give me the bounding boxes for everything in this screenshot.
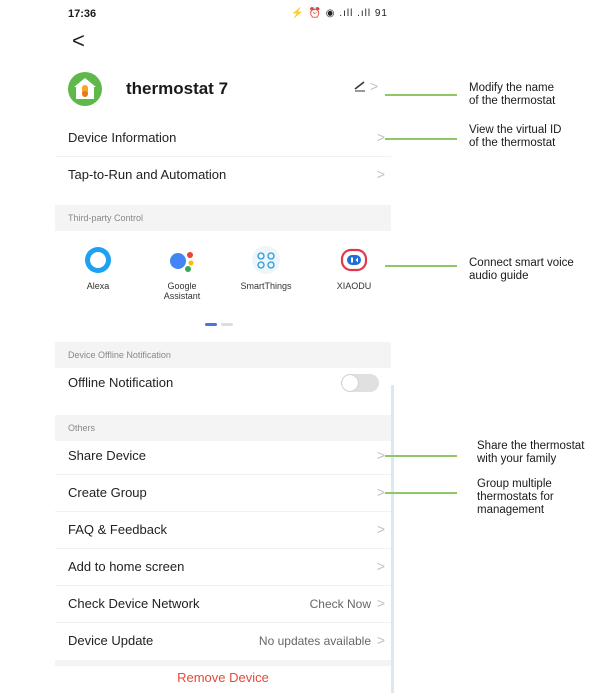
annotation-line (385, 138, 457, 140)
back-icon[interactable]: < (72, 28, 85, 54)
row-label: Add to home screen (68, 559, 185, 574)
google-assistant-icon (167, 245, 197, 275)
row-label: Tap-to-Run and Automation (68, 167, 227, 182)
annotation-line (385, 492, 457, 494)
service-label: XIAODU (336, 281, 372, 291)
service-label: SmartThings (240, 281, 292, 291)
annotation-voice: Connect smart voice audio guide (469, 257, 574, 282)
offline-notification-toggle[interactable] (341, 374, 379, 392)
chevron-right-icon: > (376, 447, 385, 463)
service-label: Google Assistant (163, 281, 201, 301)
row-label: Offline Notification (68, 375, 174, 390)
tap-to-run-row[interactable]: Tap-to-Run and Automation > (55, 157, 391, 193)
row-label: Device Update (68, 633, 154, 648)
faq-feedback-row[interactable]: FAQ & Feedback > (55, 512, 391, 549)
service-smartthings[interactable]: SmartThings (234, 245, 298, 291)
annotation-line (385, 94, 457, 96)
section-title: Others (68, 423, 96, 433)
row-label: Create Group (68, 485, 147, 500)
chevron-right-icon: > (376, 484, 385, 500)
annotation-line (385, 455, 457, 457)
section-title: Device Offline Notification (68, 350, 171, 360)
chevron-right-icon: > (376, 558, 385, 574)
status-bar: 17:36 ⚡ ⏰ ◉ .ıll .ıll 91 (68, 6, 388, 26)
device-header[interactable]: thermostat 7 > (68, 70, 388, 110)
chevron-right-icon: > (376, 632, 385, 648)
chevron-right-icon: > (376, 129, 385, 145)
row-value: Check Now (309, 597, 371, 611)
service-google-assistant[interactable]: Google Assistant (150, 245, 214, 301)
device-name: thermostat 7 (126, 79, 229, 98)
row-label: Device Information (68, 130, 177, 145)
status-time: 17:36 (68, 8, 97, 20)
scrollbar[interactable] (391, 385, 394, 693)
annotation-modify-name: Modify the name of the thermostat (469, 82, 556, 107)
status-icons: ⚡ ⏰ ◉ .ıll .ıll 91 (291, 8, 388, 19)
offline-notification-row: Offline Notification (55, 365, 391, 401)
edit-icon[interactable] (353, 78, 367, 95)
section-title: Third-party Control (68, 213, 144, 223)
check-device-network-row[interactable]: Check Device Network Check Now > (55, 586, 391, 623)
annotation-line (385, 265, 457, 267)
xiaodu-icon (339, 245, 369, 275)
annotation-virtual-id: View the virtual ID of the thermostat (469, 124, 562, 149)
row-label: Check Device Network (68, 596, 200, 611)
smartthings-icon (251, 245, 281, 275)
service-alexa[interactable]: Alexa (66, 245, 130, 291)
divider (55, 660, 391, 666)
third-party-section-header: Third-party Control (55, 205, 391, 231)
share-device-row[interactable]: Share Device > (55, 438, 391, 475)
service-label: Alexa (86, 281, 110, 291)
device-information-row[interactable]: Device Information > (55, 120, 391, 157)
service-xiaodu[interactable]: XIAODU (322, 245, 386, 291)
row-label: FAQ & Feedback (68, 522, 167, 537)
chevron-right-icon: > (376, 595, 385, 611)
row-label: Share Device (68, 448, 147, 463)
annotation-group: Group multiple thermostats for managemen… (477, 478, 554, 516)
chevron-right-icon: > (370, 78, 379, 94)
row-value: No updates available (258, 634, 371, 648)
chevron-right-icon: > (376, 521, 385, 537)
carousel-dots (205, 313, 245, 326)
alexa-icon (83, 245, 113, 275)
thermostat-icon (68, 72, 102, 106)
create-group-row[interactable]: Create Group > (55, 475, 391, 512)
remove-device-button[interactable]: Remove Device (55, 670, 391, 685)
device-update-row[interactable]: Device Update No updates available > (55, 623, 391, 659)
annotation-share: Share the thermostat with your family (477, 440, 585, 465)
add-to-home-screen-row[interactable]: Add to home screen > (55, 549, 391, 586)
chevron-right-icon: > (376, 166, 385, 182)
